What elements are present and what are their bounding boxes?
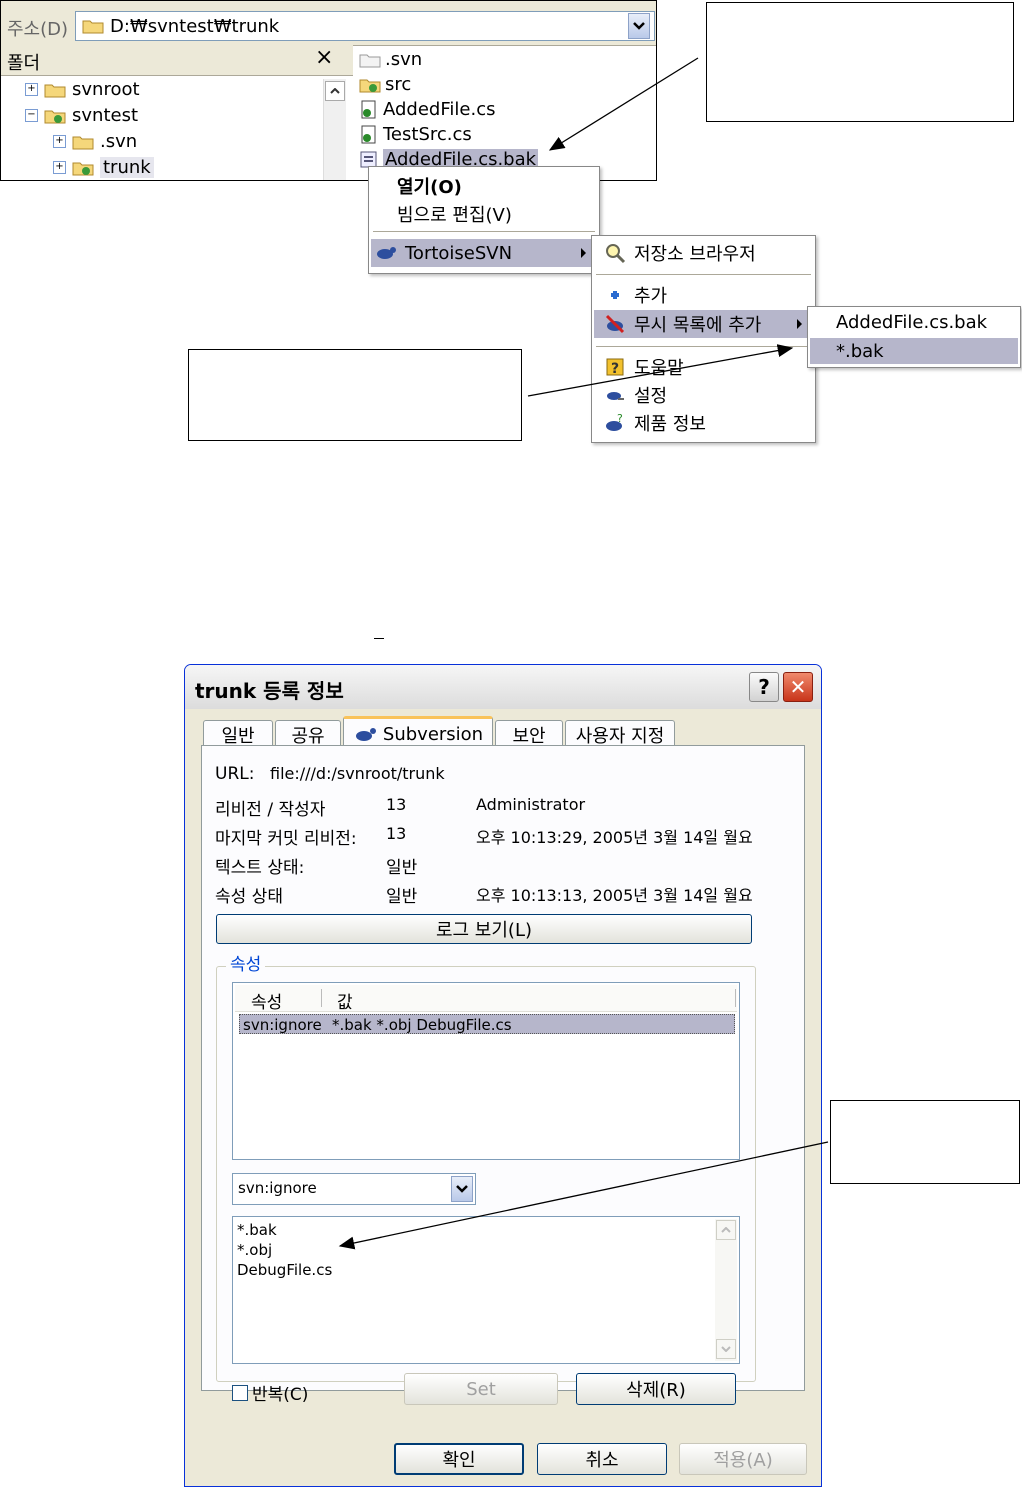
arrow-to-bak-pattern: [527, 344, 794, 397]
annotation-arrows: [338, 57, 829, 1250]
arrow-to-ignore-values: [338, 1141, 829, 1250]
arrow-to-bak-file: [548, 57, 699, 151]
